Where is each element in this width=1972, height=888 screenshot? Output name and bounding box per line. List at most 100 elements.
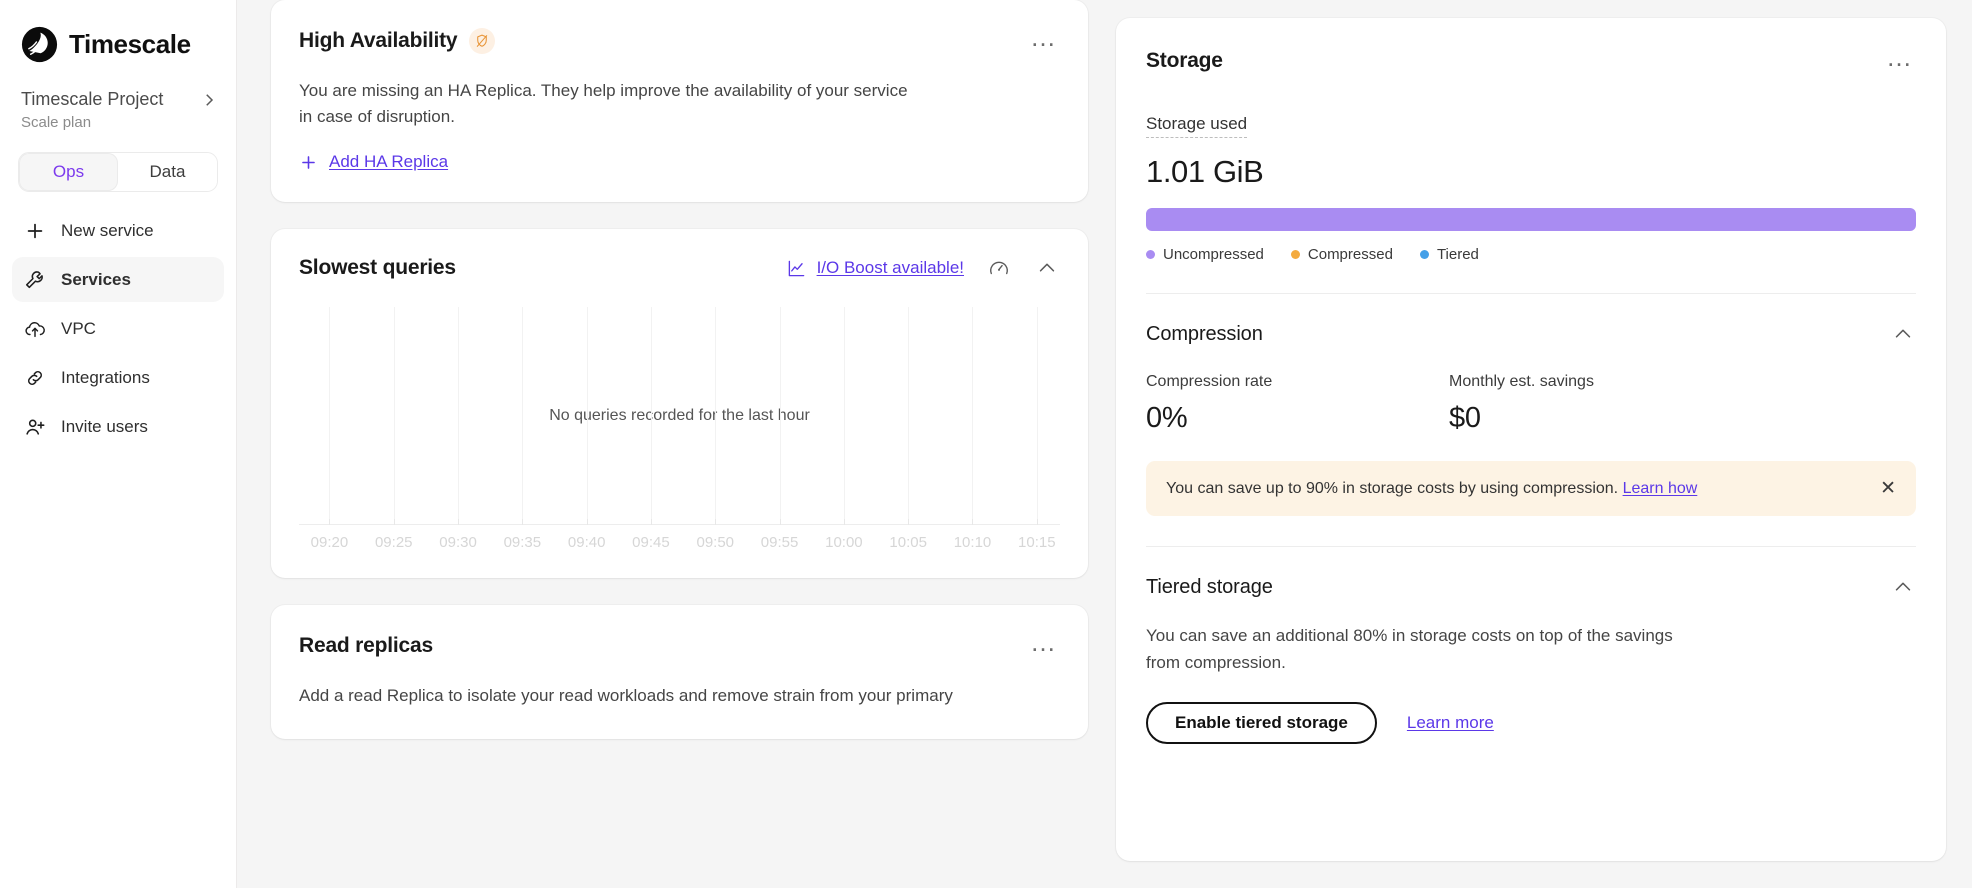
chart-empty-message: No queries recorded for the last hour	[549, 406, 810, 424]
storage-usage-bar	[1146, 208, 1916, 231]
app-root: Timescale Timescale Project Scale plan O…	[0, 0, 1972, 888]
compression-notice-message: You can save up to 90% in storage costs …	[1166, 479, 1619, 497]
close-icon[interactable]: ✕	[1880, 479, 1896, 498]
sidebar-item-vpc[interactable]: VPC	[12, 306, 224, 351]
tab-ops[interactable]: Ops	[19, 153, 118, 191]
monthly-savings-value: $0	[1449, 402, 1481, 434]
chart-gridline	[522, 307, 524, 524]
chart-gridline	[650, 307, 652, 524]
io-boost-label[interactable]: I/O Boost available!	[817, 258, 964, 278]
chart-x-tick-label: 09:55	[760, 534, 799, 551]
plus-icon	[302, 155, 315, 169]
tiered-storage-actions: Enable tiered storage Learn more	[1146, 702, 1916, 744]
brand-name: Timescale	[69, 28, 191, 59]
sidebar: Timescale Timescale Project Scale plan O…	[0, 0, 237, 888]
chart-x-tick-label: 09:25	[374, 534, 413, 551]
collapse-tiered-storage-button[interactable]	[1890, 574, 1916, 600]
chevron-up-icon	[1895, 582, 1911, 591]
add-ha-replica-button[interactable]: Add HA Replica	[299, 152, 1060, 172]
chart-gridline	[843, 307, 845, 524]
link-chain-icon	[24, 367, 46, 389]
compression-rate-value: 0%	[1146, 402, 1188, 434]
chart-gridline	[972, 307, 974, 524]
timescale-logo-icon	[21, 26, 58, 62]
compression-title: Compression	[1146, 322, 1263, 345]
chevron-up-icon	[1895, 329, 1911, 338]
sidebar-item-label: Services	[61, 269, 131, 289]
storage-menu-button[interactable]: …	[1876, 44, 1916, 76]
chart-gridline	[393, 307, 395, 524]
chart-axis-tick	[1036, 519, 1038, 525]
legend-label: Compressed	[1307, 246, 1393, 263]
chart-axis-tick	[715, 519, 717, 525]
chart-x-tick-label: 09:50	[696, 534, 735, 551]
tiered-storage-description: You can save an additional 80% in storag…	[1146, 626, 1673, 672]
legend-label: Uncompressed	[1163, 246, 1264, 263]
high-availability-header: High Availability …	[271, 0, 1088, 56]
high-availability-menu-button[interactable]: …	[1020, 24, 1060, 56]
storage-header: Storage …	[1146, 18, 1916, 76]
gauge-icon[interactable]	[986, 255, 1012, 281]
compression-header[interactable]: Compression	[1146, 294, 1916, 347]
chart-gridline	[586, 307, 588, 524]
high-availability-body: You are missing an HA Replica. They help…	[271, 56, 1088, 202]
compression-rate-label: Compression rate	[1146, 373, 1273, 390]
read-replicas-menu-button[interactable]: …	[1020, 629, 1060, 661]
brand[interactable]: Timescale	[12, 0, 224, 66]
legend-color-dot	[1419, 250, 1429, 259]
ops-data-segmented-control[interactable]: Ops Data	[18, 152, 218, 192]
chart-gridline	[458, 307, 460, 524]
collapse-compression-button[interactable]	[1890, 321, 1916, 347]
storage-legend-item: Uncompressed	[1146, 246, 1264, 263]
plus-icon	[24, 220, 46, 242]
compression-notice-text: You can save up to 90% in storage costs …	[1166, 480, 1697, 498]
chevron-right-icon	[206, 94, 214, 106]
enable-tiered-storage-button[interactable]: Enable tiered storage	[1146, 702, 1377, 744]
card-title-text: High Availability	[299, 29, 458, 52]
chart-axis-tick	[972, 519, 974, 525]
read-replicas-body: Add a read Replica to isolate your read …	[271, 661, 1088, 739]
tiered-storage-header[interactable]: Tiered storage	[1146, 547, 1916, 600]
tiered-storage-title: Tiered storage	[1146, 575, 1273, 598]
compression-notice: You can save up to 90% in storage costs …	[1146, 461, 1916, 516]
cloud-upload-icon	[24, 318, 46, 340]
chart-axis-tick	[329, 519, 331, 525]
sidebar-item-label: VPC	[61, 318, 96, 338]
chart-x-tick-label: 09:20	[310, 534, 349, 551]
sidebar-nav: New service Services VPC Integrations In…	[12, 208, 224, 449]
sidebar-item-label: Integrations	[61, 367, 150, 387]
chart-x-tick-label: 09:40	[567, 534, 606, 551]
chart-axis-tick	[779, 519, 781, 525]
sidebar-item-services[interactable]: Services	[12, 257, 224, 302]
wrench-icon	[24, 269, 46, 291]
chart-x-tick-label: 09:45	[632, 534, 670, 551]
chart-x-tick-label: 09:35	[503, 534, 542, 551]
project-switcher[interactable]: Timescale Project Scale plan	[12, 66, 224, 132]
sidebar-item-invite-users[interactable]: Invite users	[12, 404, 224, 449]
storage-legend-item: Compressed	[1290, 246, 1393, 263]
sidebar-item-integrations[interactable]: Integrations	[12, 355, 224, 400]
legend-color-dot	[1290, 250, 1300, 259]
add-ha-replica-label[interactable]: Add HA Replica	[329, 152, 448, 172]
chart-axis-tick	[458, 519, 460, 525]
learn-more-link[interactable]: Learn more	[1407, 713, 1494, 733]
slowest-queries-header: Slowest queries I/O Boost available!	[271, 229, 1088, 281]
chart-line-icon	[788, 260, 804, 276]
storage-panel: Storage … Storage used 1.01 GiB Uncompre…	[1116, 18, 1946, 861]
learn-how-link[interactable]: Learn how	[1623, 480, 1698, 497]
chevron-up-icon	[1039, 263, 1055, 272]
project-name: Timescale Project	[21, 89, 164, 109]
chart-axis-tick	[586, 519, 588, 525]
sidebar-item-new-service[interactable]: New service	[12, 208, 224, 253]
chart-gridline	[908, 307, 910, 524]
storage-title: Storage	[1146, 49, 1223, 72]
slowest-queries-chart: No queries recorded for the last hour 09…	[271, 281, 1088, 578]
slowest-queries-card: Slowest queries I/O Boost available! No …	[271, 229, 1088, 578]
storage-bar-segment	[1146, 208, 1916, 231]
collapse-slowest-queries-button[interactable]	[1034, 255, 1060, 281]
tab-data[interactable]: Data	[118, 153, 217, 191]
io-boost-button[interactable]: I/O Boost available!	[787, 258, 964, 278]
shield-off-icon	[469, 28, 496, 54]
read-replicas-header: Read replicas …	[271, 605, 1088, 661]
read-replicas-card: Read replicas … Add a read Replica to is…	[271, 605, 1088, 739]
